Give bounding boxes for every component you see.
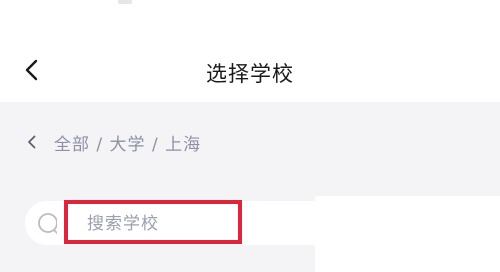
status-bar <box>0 0 500 32</box>
chevron-left-icon <box>28 135 36 149</box>
page-title: 选择学校 <box>206 62 294 86</box>
search-icon <box>35 212 58 234</box>
breadcrumb: 全部 / 大学 / 上海 <box>22 128 201 156</box>
status-indicator <box>118 0 132 4</box>
breadcrumb-path[interactable]: 全部 / 大学 / 上海 <box>54 130 201 155</box>
breadcrumb-back-button[interactable] <box>22 132 42 152</box>
content-panel <box>315 196 500 272</box>
navigation-bar: 选择学校 <box>0 32 500 102</box>
search-input-highlight <box>64 200 242 244</box>
